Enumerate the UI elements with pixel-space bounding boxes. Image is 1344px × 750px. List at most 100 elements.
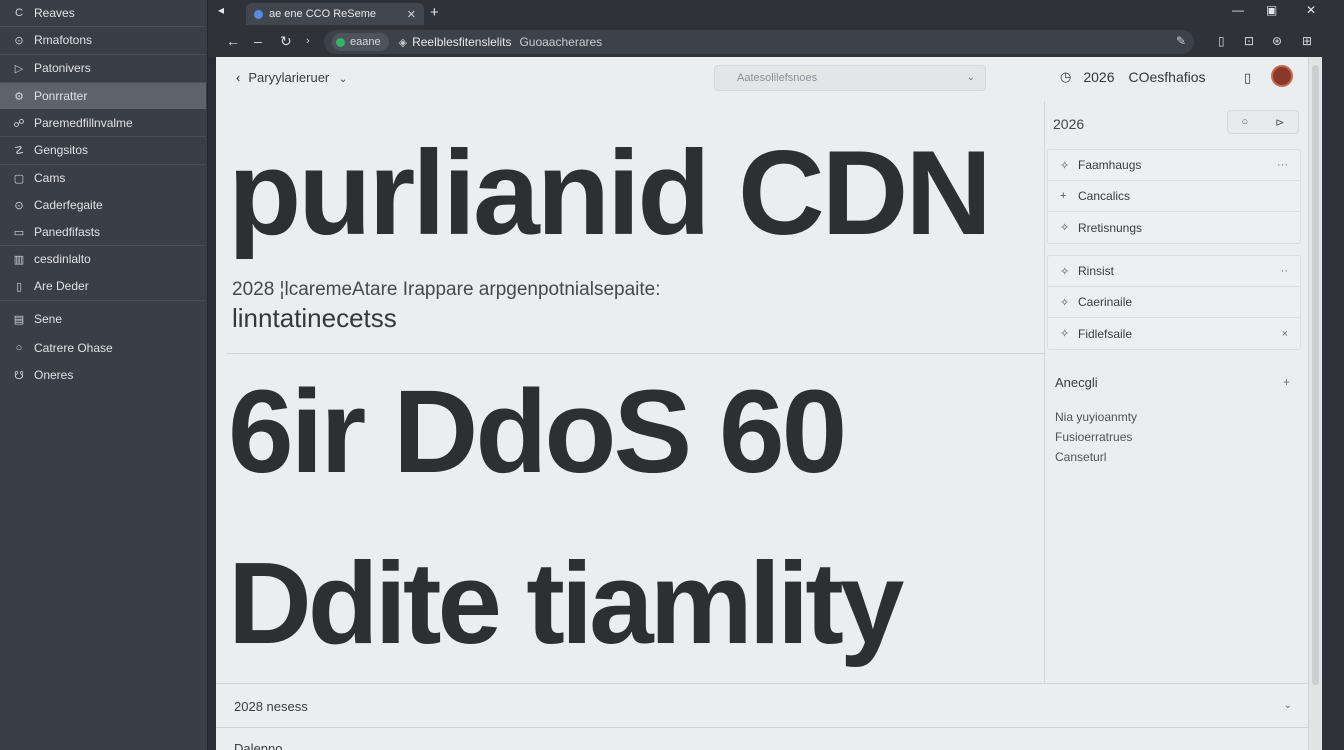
sidebar-item-label: Gengsitos	[34, 143, 89, 157]
browser-tab[interactable]: ae ene CCO ReSeme ✕	[246, 3, 424, 25]
sidebar-item-3-active[interactable]: ⚙ Ponrratter	[0, 83, 206, 109]
extension-icon[interactable]: ✎	[1176, 34, 1186, 48]
link-icon: ☍	[13, 117, 25, 130]
divider	[226, 353, 1046, 354]
hero-headline-3: Ddite tiamlity	[228, 538, 904, 668]
url-host: Reelblesfitenslelits	[412, 35, 512, 49]
panel-item[interactable]: ✧ Rretisnungs	[1048, 212, 1300, 243]
target-icon: ⊙	[14, 34, 24, 47]
panel-section-line: Canseturl	[1055, 450, 1107, 464]
menu-icon[interactable]: ⊞	[1302, 34, 1312, 48]
filter-button[interactable]: ⊳	[1275, 116, 1284, 129]
close-tab-icon[interactable]: ✕	[407, 8, 416, 21]
bell-icon[interactable]: ▯	[1244, 70, 1251, 86]
window-icon[interactable]: ▯	[1218, 34, 1225, 48]
sidebar-item-5[interactable]: ☡ Gengsitos	[0, 137, 206, 163]
url-path: Guoaacherares	[519, 35, 603, 49]
reload-icon[interactable]: ↻	[280, 33, 292, 50]
sidebar-item-8[interactable]: ▭ Panedfifasts	[0, 219, 206, 245]
add-icon[interactable]: +	[1283, 375, 1290, 389]
gear-icon: ⚙	[14, 90, 24, 103]
sidebar-item-label: Caderfegaite	[34, 198, 103, 212]
circle-outline-icon: ○	[15, 342, 23, 354]
window-edge	[1322, 57, 1344, 750]
sidebar-item-label: cesdinlalto	[34, 252, 91, 266]
sidebar-item-10[interactable]: ▯ Are Deder	[0, 273, 206, 299]
window-icon: ▭	[13, 226, 25, 239]
header-label[interactable]: COesfhafios	[1129, 69, 1206, 85]
search-input[interactable]: Aatesolilefsnoes ⌄	[714, 65, 986, 91]
panel-item[interactable]: ✧ Faamhaugs ···	[1048, 150, 1300, 181]
sidebar-item-12[interactable]: ○ Catrere Ohase	[0, 335, 206, 361]
sidebar-item-label: Catrere Ohase	[34, 341, 113, 355]
sidebar-item-2[interactable]: ▷ Patonivers	[0, 55, 206, 81]
panel-section-title: Anecgli	[1055, 375, 1098, 390]
page-content: ‹ Paryylarieruer ⌄ Aatesolilefsnoes ⌄ ◷ 2…	[216, 57, 1308, 750]
page-scrollbar[interactable]	[1308, 57, 1322, 750]
hero-headline-2: 6ir DdoS 60	[228, 366, 847, 498]
more-icon[interactable]: ···	[1277, 159, 1288, 171]
divider	[216, 683, 1308, 684]
panel-item[interactable]: ✧ Caerinaile	[1048, 287, 1300, 318]
more-icon[interactable]: ×	[1282, 328, 1288, 340]
sidebar-item-0[interactable]: C Reaves	[0, 0, 206, 26]
sidebar-item-9[interactable]: ▥ cesdinlalto	[0, 246, 206, 272]
clock-icon: ◷	[1060, 69, 1072, 84]
sidebar-item-6[interactable]: ▢ Cams	[0, 165, 206, 191]
avatar[interactable]	[1271, 65, 1293, 87]
screenshot-icon[interactable]: ⊡	[1244, 34, 1254, 48]
shield-icon: ☡	[14, 144, 24, 157]
site-chip[interactable]: eaane	[332, 33, 389, 51]
minimize-icon[interactable]: —	[1232, 3, 1244, 17]
panel-item[interactable]: + Cancalics	[1048, 181, 1300, 212]
refresh-icon: C	[15, 7, 23, 19]
tab-strip-back-icon[interactable]: ◂	[218, 3, 224, 17]
sidebar-item-4[interactable]: ☍ Paremedfillnvalme	[0, 110, 206, 136]
forward-icon[interactable]: –	[254, 33, 262, 49]
collapsible-row[interactable]: 2028 nesess ⌄	[216, 687, 1308, 725]
sidebar-item-11[interactable]: ▤ Sene	[0, 306, 206, 332]
maximize-icon[interactable]: ▣	[1266, 3, 1277, 17]
sidebar-item-1[interactable]: ⊙ Rmafotons	[0, 27, 206, 53]
site-chip-label: eaane	[350, 36, 381, 48]
favicon-icon	[254, 9, 263, 19]
divider	[216, 727, 1308, 728]
breadcrumb[interactable]: ‹ Paryylarieruer ⌄	[236, 70, 347, 85]
tab-title: ae ene CCO ReSeme	[269, 8, 376, 20]
scrollbar-thumb[interactable]	[1312, 65, 1319, 685]
chevron-left-icon[interactable]: ‹	[236, 70, 240, 85]
panel-section-line: Nia yuyioanmty	[1055, 410, 1138, 424]
circle-button[interactable]: ○	[1242, 116, 1249, 128]
panel-item-label: Faamhaugs	[1078, 158, 1142, 172]
panel-item-label: Rinsist	[1078, 264, 1115, 278]
panel-item-label: Fidlefsaile	[1078, 326, 1133, 341]
panel-group-1: ✧ Faamhaugs ··· + Cancalics ✧ Rretisnungs	[1047, 149, 1301, 244]
app-sidebar: C Reaves ⊙ Rmafotons ▷ Patonivers ⚙ Ponrratt…	[0, 0, 208, 750]
play-icon: ▷	[14, 62, 24, 75]
sidebar-item-label: Oneres	[34, 368, 74, 382]
sidebar-item-label: Sene	[34, 312, 63, 326]
panel-item[interactable]: ✧ Fidlefsaile ×	[1048, 318, 1300, 349]
search-placeholder: Aatesolilefsnoes	[737, 72, 818, 84]
sidebar-item-label: Panedfifasts	[34, 225, 101, 239]
panel-year: 2026	[1053, 116, 1085, 132]
sparkle-icon: ✧	[1060, 296, 1070, 309]
breadcrumb-label: Paryylarieruer	[248, 70, 330, 85]
sidebar-item-label: Are Deder	[34, 279, 89, 293]
chevron-right-icon[interactable]: ›	[306, 35, 310, 47]
sparkle-icon: ✧	[1060, 265, 1070, 278]
chevron-down-icon: ⌄	[966, 72, 975, 83]
address-bar[interactable]: eaane ◈ Reelblesfitenslelits Guoaacherar…	[324, 30, 1194, 54]
history-icon[interactable]: ⊛	[1272, 34, 1282, 48]
square-icon: ▢	[13, 172, 25, 185]
close-window-icon[interactable]: ✕	[1306, 3, 1316, 17]
back-icon[interactable]: ←	[226, 33, 240, 49]
new-tab-button[interactable]: +	[430, 4, 439, 21]
right-panel: 2026 ○ ⊳ ✧ Faamhaugs ··· + Cancalics ✧ Rreti…	[1044, 101, 1308, 683]
grid-icon: ▥	[13, 253, 25, 266]
hero-subtitle: 2028 ¦lcaremeAtare Irappare arpgenpotnia…	[232, 279, 661, 300]
panel-item[interactable]: ✧ Rinsist ··	[1048, 256, 1300, 287]
sidebar-item-7[interactable]: ⊙ Caderfegaite	[0, 192, 206, 218]
sidebar-item-13[interactable]: ☋ Oneres	[0, 362, 206, 388]
more-icon[interactable]: ··	[1281, 265, 1288, 277]
